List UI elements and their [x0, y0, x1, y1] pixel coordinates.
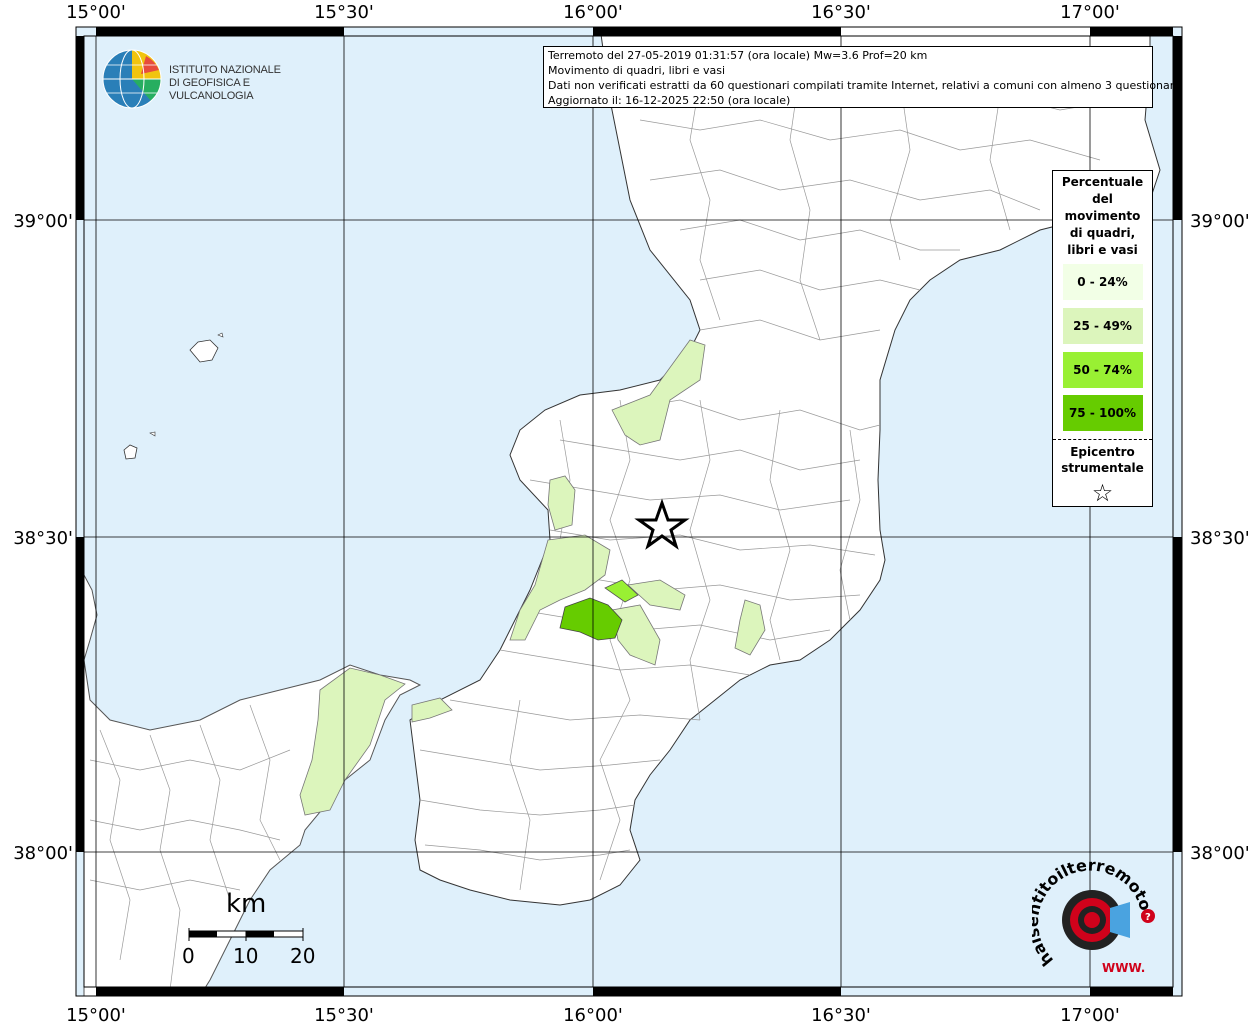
scale-tick-label: 10	[233, 944, 259, 968]
scale-tick-label: 0	[182, 944, 195, 968]
legend-epicenter-label: Epicentro	[1070, 445, 1135, 459]
lat-label: 38°30'	[1190, 528, 1250, 549]
lon-label: 15°30'	[314, 1005, 374, 1024]
lat-label: 38°30'	[13, 528, 73, 549]
axis-right-labels: 39°00' 38°30' 38°00'	[1190, 211, 1250, 864]
legend-class-50-74: 50 - 74%	[1062, 352, 1143, 388]
lon-label: 17°00'	[1060, 1005, 1120, 1024]
lon-label: 15°30'	[314, 2, 374, 23]
legend-class-25-49: 25 - 49%	[1062, 308, 1143, 344]
lon-label: 16°00'	[563, 2, 623, 23]
lon-label: 16°30'	[811, 2, 871, 23]
legend-epicenter: Epicentro strumentale ☆	[1053, 440, 1152, 510]
lon-label: 15°00'	[66, 1005, 126, 1024]
event-data-note: Dati non verificati estratti da 60 quest…	[548, 79, 1181, 92]
lat-label: 39°00'	[13, 211, 73, 232]
legend: Percentuale del movimento di quadri, lib…	[1052, 170, 1153, 507]
lat-label: 38°00'	[13, 843, 73, 864]
legend-class-0-24: 0 - 24%	[1062, 264, 1143, 300]
axis-top-labels: 15°00' 15°30' 16°00' 16°30' 17°00'	[66, 2, 1120, 23]
brand-question: ?	[1145, 912, 1151, 923]
brand-icon: haisentitoilterremoto.it WWW. ?	[1023, 845, 1157, 975]
legend-title-line: del	[1092, 192, 1113, 206]
lon-label: 15°00'	[66, 2, 126, 23]
lat-label: 38°00'	[1190, 843, 1250, 864]
globe-icon	[102, 49, 162, 109]
lon-label: 17°00'	[1060, 2, 1120, 23]
institute-name-line1: ISTITUTO NAZIONALE	[169, 64, 281, 76]
event-title: Terremoto del 27-05-2019 01:31:57 (ora l…	[548, 49, 928, 62]
event-updated: Aggiornato il: 16-12-2025 22:50 (ora loc…	[548, 94, 791, 107]
scale-unit: km	[226, 889, 267, 919]
event-parameter: Movimento di quadri, libri e vasi	[548, 64, 726, 77]
lat-label: 39°00'	[1190, 211, 1250, 232]
axis-bottom-labels: 15°00' 15°30' 16°00' 16°30' 17°00'	[66, 1005, 1120, 1024]
brand-www: WWW.	[1102, 961, 1145, 975]
scale-tick-label: 20	[290, 944, 316, 968]
haisentito-logo: haisentitoilterremoto.it WWW. ?	[1023, 845, 1172, 980]
legend-star-icon: ☆	[1091, 479, 1114, 507]
event-info-box: Terremoto del 27-05-2019 01:31:57 (ora l…	[543, 46, 1181, 108]
institute-name-line2: DI GEOFISICA E VULCANOLOGIA	[169, 77, 254, 102]
lon-label: 16°00'	[563, 1005, 623, 1024]
legend-class-75-100: 75 - 100%	[1062, 395, 1143, 431]
legend-title-line: Percentuale	[1061, 175, 1144, 189]
institute-logo: ISTITUTO NAZIONALE DI GEOFISICA E VULCAN…	[101, 48, 331, 110]
lon-label: 16°30'	[811, 1005, 871, 1024]
axis-left-labels: 39°00' 38°30' 38°00'	[13, 211, 73, 864]
legend-title-line: di quadri,	[1069, 226, 1136, 240]
legend-title: Percentuale del movimento di quadri, lib…	[1053, 171, 1152, 259]
legend-title-line: libri e vasi	[1067, 243, 1138, 257]
legend-epicenter-label: strumentale	[1061, 461, 1144, 475]
legend-title-line: movimento	[1064, 209, 1141, 223]
